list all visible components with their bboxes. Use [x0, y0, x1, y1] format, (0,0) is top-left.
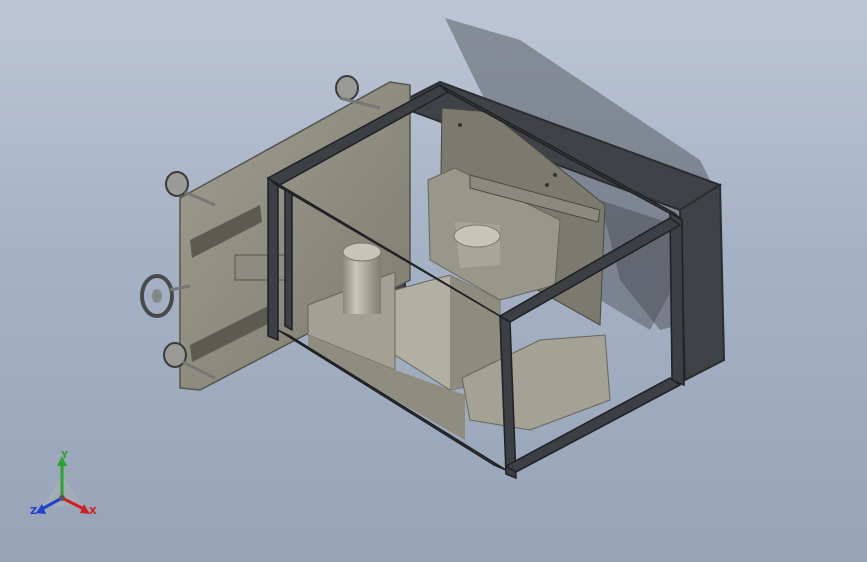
orientation-triad[interactable]: Y X Z [22, 446, 112, 526]
triad-y-label: Y [61, 450, 69, 461]
triad-x-label: X [89, 506, 97, 517]
cad-model-view[interactable] [0, 0, 867, 562]
triad-z-label: Z [30, 506, 38, 517]
graphics-viewport[interactable]: Y X Z [0, 0, 867, 562]
